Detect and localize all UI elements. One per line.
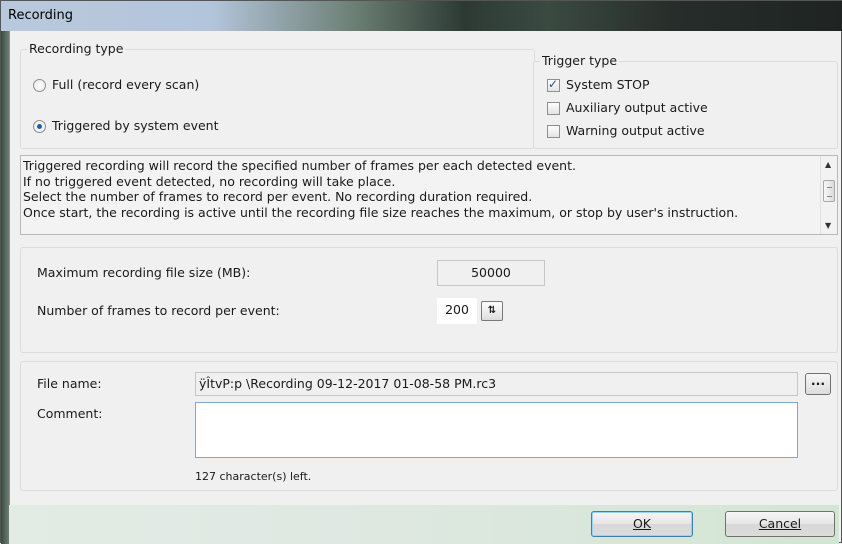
browse-button[interactable]: ...: [805, 373, 831, 395]
info-line: If no triggered event detected, no recor…: [23, 173, 396, 189]
settings-group: Maximum recording file size (MB): 50000 …: [20, 247, 838, 353]
radio-full-label[interactable]: Full (record every scan): [52, 77, 199, 92]
window-left-border: [1, 31, 9, 544]
trigger-type-group: Trigger type System STOP Auxiliary outpu…: [533, 53, 838, 149]
trigger-type-label: Trigger type: [540, 53, 620, 68]
info-line: Select the number of frames to record pe…: [23, 189, 533, 204]
title-bar[interactable]: Recording: [1, 1, 842, 31]
window-title: Recording: [8, 8, 74, 23]
ok-button-label: OK: [632, 516, 652, 531]
ok-button[interactable]: OK: [591, 511, 693, 537]
checkbox-warning-output-label[interactable]: Warning output active: [566, 123, 705, 138]
file-name-label: File name:: [37, 376, 102, 391]
max-size-field[interactable]: 50000: [437, 260, 545, 286]
chars-left-text: 127 character(s) left.: [195, 470, 312, 483]
file-group: File name: ÿÎtvP:p \Recording 09-12-2017…: [20, 361, 838, 491]
frames-label: Number of frames to record per event:: [37, 303, 280, 318]
scroll-thumb[interactable]: [823, 180, 835, 202]
radio-full[interactable]: [33, 79, 46, 92]
max-size-label: Maximum recording file size (MB):: [37, 265, 251, 280]
info-text-box[interactable]: Triggered recording will record the spec…: [20, 155, 838, 235]
info-text: Triggered recording will record the spec…: [23, 158, 738, 220]
info-line: Once start, the recording is active unti…: [23, 204, 739, 220]
recording-dialog: Recording Recording type Full (record ev…: [0, 0, 842, 544]
comment-label: Comment:: [37, 406, 103, 421]
recording-type-group: Recording type Full (record every scan) …: [20, 41, 535, 149]
checkbox-system-stop-label[interactable]: System STOP: [566, 77, 650, 92]
radio-triggered[interactable]: [33, 120, 46, 133]
dialog-content: Recording type Full (record every scan) …: [9, 31, 839, 505]
recording-type-label: Recording type: [27, 41, 126, 56]
cancel-button-label: Cancel: [758, 516, 802, 531]
frames-input[interactable]: 200: [437, 298, 477, 324]
scroll-down-icon[interactable]: ▼: [825, 221, 831, 230]
comment-input[interactable]: [195, 402, 798, 458]
scroll-up-icon[interactable]: ▲: [825, 160, 831, 169]
checkbox-system-stop[interactable]: [547, 77, 560, 92]
checkbox-warning-output[interactable]: [547, 125, 560, 138]
dialog-footer: OK Cancel: [9, 505, 839, 544]
frames-spinner-icon[interactable]: ⇅: [481, 301, 503, 321]
checkbox-auxiliary-output-label[interactable]: Auxiliary output active: [566, 100, 708, 115]
checkbox-auxiliary-output[interactable]: [547, 102, 560, 115]
file-name-field[interactable]: ÿÎtvP:p \Recording 09-12-2017 01-08-58 P…: [195, 372, 798, 396]
info-scrollbar[interactable]: ▲ ▼: [820, 156, 837, 234]
radio-triggered-label[interactable]: Triggered by system event: [52, 118, 219, 133]
cancel-button[interactable]: Cancel: [725, 511, 835, 537]
info-line: Triggered recording will record the spec…: [23, 158, 576, 173]
